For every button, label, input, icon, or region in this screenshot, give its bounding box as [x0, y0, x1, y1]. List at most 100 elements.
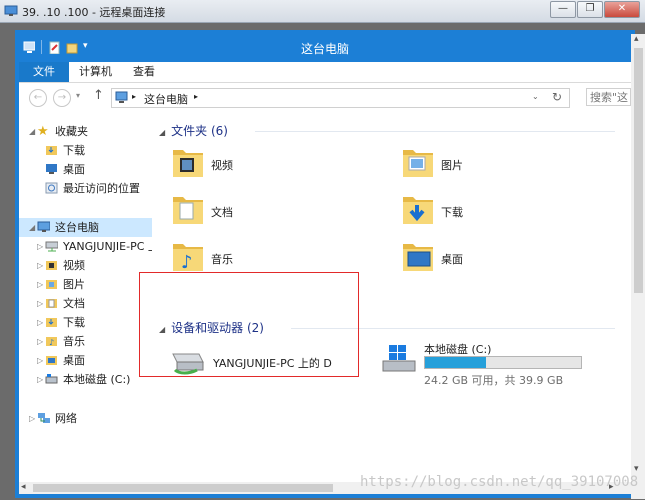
expanded-triangle-icon: ◢ [29, 223, 36, 232]
tab-file[interactable]: 文件 [19, 62, 69, 82]
navigation-pane: ◢ ★ 收藏夹 下载 桌面 最近访问的位置 ◢ 这台电脑 ▷ YANGJUNJI… [19, 114, 152, 476]
drive-c-free-space: 24.2 GB 可用，共 39.9 GB [424, 374, 564, 387]
nav-desktop-2[interactable]: ▷ 桌面 [19, 351, 152, 370]
address-dropdown-icon[interactable]: ⌄ [532, 92, 539, 101]
nav-videos[interactable]: ▷ 视频 [19, 256, 152, 275]
search-input[interactable]: 搜索"这 [586, 88, 631, 106]
forward-button[interactable]: → [53, 89, 71, 107]
scroll-down-icon[interactable]: ▾ [634, 464, 639, 474]
remote-desktop-titlebar: 39. .10 .100 - 远程桌面连接 — ❐ ✕ [0, 0, 645, 23]
collapsed-triangle-icon: ▷ [37, 337, 44, 346]
nav-downloads-2[interactable]: ▷ 下载 [19, 313, 152, 332]
window-titlebar: ▾ 这台电脑 [19, 34, 631, 62]
star-icon: ★ [37, 124, 49, 139]
scroll-up-icon[interactable]: ▴ [634, 34, 639, 44]
restore-icon: ❐ [585, 3, 595, 14]
download-folder-icon [46, 146, 57, 155]
address-bar[interactable]: ▸ 这台电脑 ▸ ⌄ ↻ [111, 88, 570, 108]
drive-capacity-fill [425, 357, 486, 368]
folder-documents[interactable]: 文档 [171, 191, 361, 233]
remote-desktop-title: 39. .10 .100 - 远程桌面连接 [22, 6, 166, 19]
nav-pictures[interactable]: ▷ 图片 [19, 275, 152, 294]
nav-music[interactable]: ▷ ♪ 音乐 [19, 332, 152, 351]
close-icon: ✕ [617, 3, 627, 14]
nav-downloads[interactable]: 下载 [19, 141, 152, 160]
tab-computer[interactable]: 计算机 [69, 62, 122, 82]
watermark: https://blog.csdn.net/qq_39107008 [360, 474, 639, 490]
window-title: 这台电脑 [300, 42, 349, 56]
drive-c-label: 本地磁盘 (C:) [424, 343, 492, 356]
collapsed-triangle-icon: ▷ [37, 318, 44, 327]
documents-folder-icon [46, 299, 57, 308]
back-arrow-icon: ← [33, 92, 43, 103]
folder-desktop[interactable]: 桌面 [401, 238, 591, 280]
nav-recent-places[interactable]: 最近访问的位置 [19, 179, 152, 198]
horizontal-scroll-thumb[interactable] [33, 484, 333, 492]
documents-folder-icon [173, 197, 203, 224]
nav-local-disk[interactable]: ▷ 本地磁盘 (C:) [19, 370, 152, 389]
refresh-icon[interactable]: ↻ [552, 90, 562, 104]
desktop-folder-icon [46, 356, 57, 365]
music-folder-icon: ♪ [46, 337, 57, 347]
svg-text:♪: ♪ [181, 252, 193, 273]
minimize-button[interactable]: — [550, 1, 576, 18]
collapsed-triangle-icon: ▷ [37, 242, 44, 251]
ribbon-tabs: 文件 计算机 查看 [19, 62, 631, 83]
recent-locations-icon[interactable]: ▾ [76, 91, 80, 100]
collapsed-triangle-icon: ▷ [37, 375, 44, 384]
navigation-bar: ← → ▾ ↑ ▸ 这台电脑 ▸ ⌄ ↻ 搜索"这 [19, 83, 631, 111]
vertical-scroll-thumb[interactable] [634, 48, 643, 293]
folder-videos[interactable]: 视频 [171, 144, 361, 186]
windows-disk-icon [382, 345, 416, 372]
minimize-icon: — [558, 3, 568, 14]
up-arrow-icon[interactable]: ↑ [93, 88, 104, 103]
pictures-folder-icon [403, 150, 433, 177]
svg-text:♪: ♪ [49, 338, 54, 347]
download-folder-icon [46, 318, 57, 327]
back-button[interactable]: ← [29, 89, 47, 107]
collapsed-triangle-icon: ▷ [29, 414, 36, 423]
nav-favorites[interactable]: ◢ ★ 收藏夹 [19, 122, 152, 141]
forward-arrow-icon: → [57, 92, 67, 103]
scroll-left-icon[interactable]: ◂ [21, 482, 26, 492]
network-drive-icon [45, 241, 58, 252]
remote-desktop-icon [4, 5, 18, 16]
computer-icon [115, 91, 128, 103]
desktop-icon [46, 164, 57, 174]
desktop-folder-icon [403, 244, 433, 271]
close-button[interactable]: ✕ [604, 1, 640, 18]
downloads-folder-icon [403, 197, 433, 224]
videos-folder-icon [46, 261, 57, 270]
collapsed-triangle-icon: ▷ [37, 299, 44, 308]
nav-network[interactable]: ▷ 网络 [19, 409, 152, 428]
drive-capacity-bar [424, 356, 582, 369]
breadcrumb-separator-icon: ▸ [132, 92, 137, 101]
disk-icon [45, 374, 58, 384]
vertical-scrollbar[interactable]: ▴ ▾ [631, 34, 645, 499]
recent-places-icon [45, 182, 58, 194]
collapsed-triangle-icon: ▷ [37, 356, 44, 365]
explorer-window: ▾ 这台电脑 文件 计算机 查看 ← → ▾ ↑ ▸ 这台电脑 ▸ ⌄ ↻ 搜索… [18, 33, 645, 499]
collapsed-triangle-icon: ▷ [37, 261, 44, 270]
nav-this-pc[interactable]: ◢ 这台电脑 [19, 218, 152, 237]
nav-desktop[interactable]: 桌面 [19, 160, 152, 179]
collapsed-triangle-icon: ▷ [37, 280, 44, 289]
videos-folder-icon [173, 150, 203, 177]
music-folder-icon: ♪ [173, 244, 203, 273]
breadcrumb-separator-icon: ▸ [194, 92, 199, 101]
folder-pictures[interactable]: 图片 [401, 144, 591, 186]
computer-icon [37, 221, 50, 232]
folder-downloads[interactable]: 下载 [401, 191, 591, 233]
tab-view[interactable]: 查看 [123, 62, 165, 82]
drive-local-c[interactable]: 本地磁盘 (C:) 24.2 GB 可用，共 39.9 GB [379, 341, 619, 387]
highlight-annotation-box [139, 272, 359, 377]
expanded-triangle-icon: ◢ [29, 127, 36, 136]
restore-button[interactable]: ❐ [577, 1, 603, 18]
nav-network-drive[interactable]: ▷ YANGJUNJIE-PC 上 [19, 237, 152, 256]
network-icon [38, 413, 50, 423]
breadcrumb-this-pc[interactable]: 这台电脑 [144, 91, 188, 107]
folders-group-header[interactable]: ◢ 文件夹 (6) [159, 122, 228, 138]
pictures-folder-icon [46, 280, 57, 289]
nav-documents[interactable]: ▷ 文档 [19, 294, 152, 313]
expanded-triangle-icon: ◢ [159, 128, 166, 137]
